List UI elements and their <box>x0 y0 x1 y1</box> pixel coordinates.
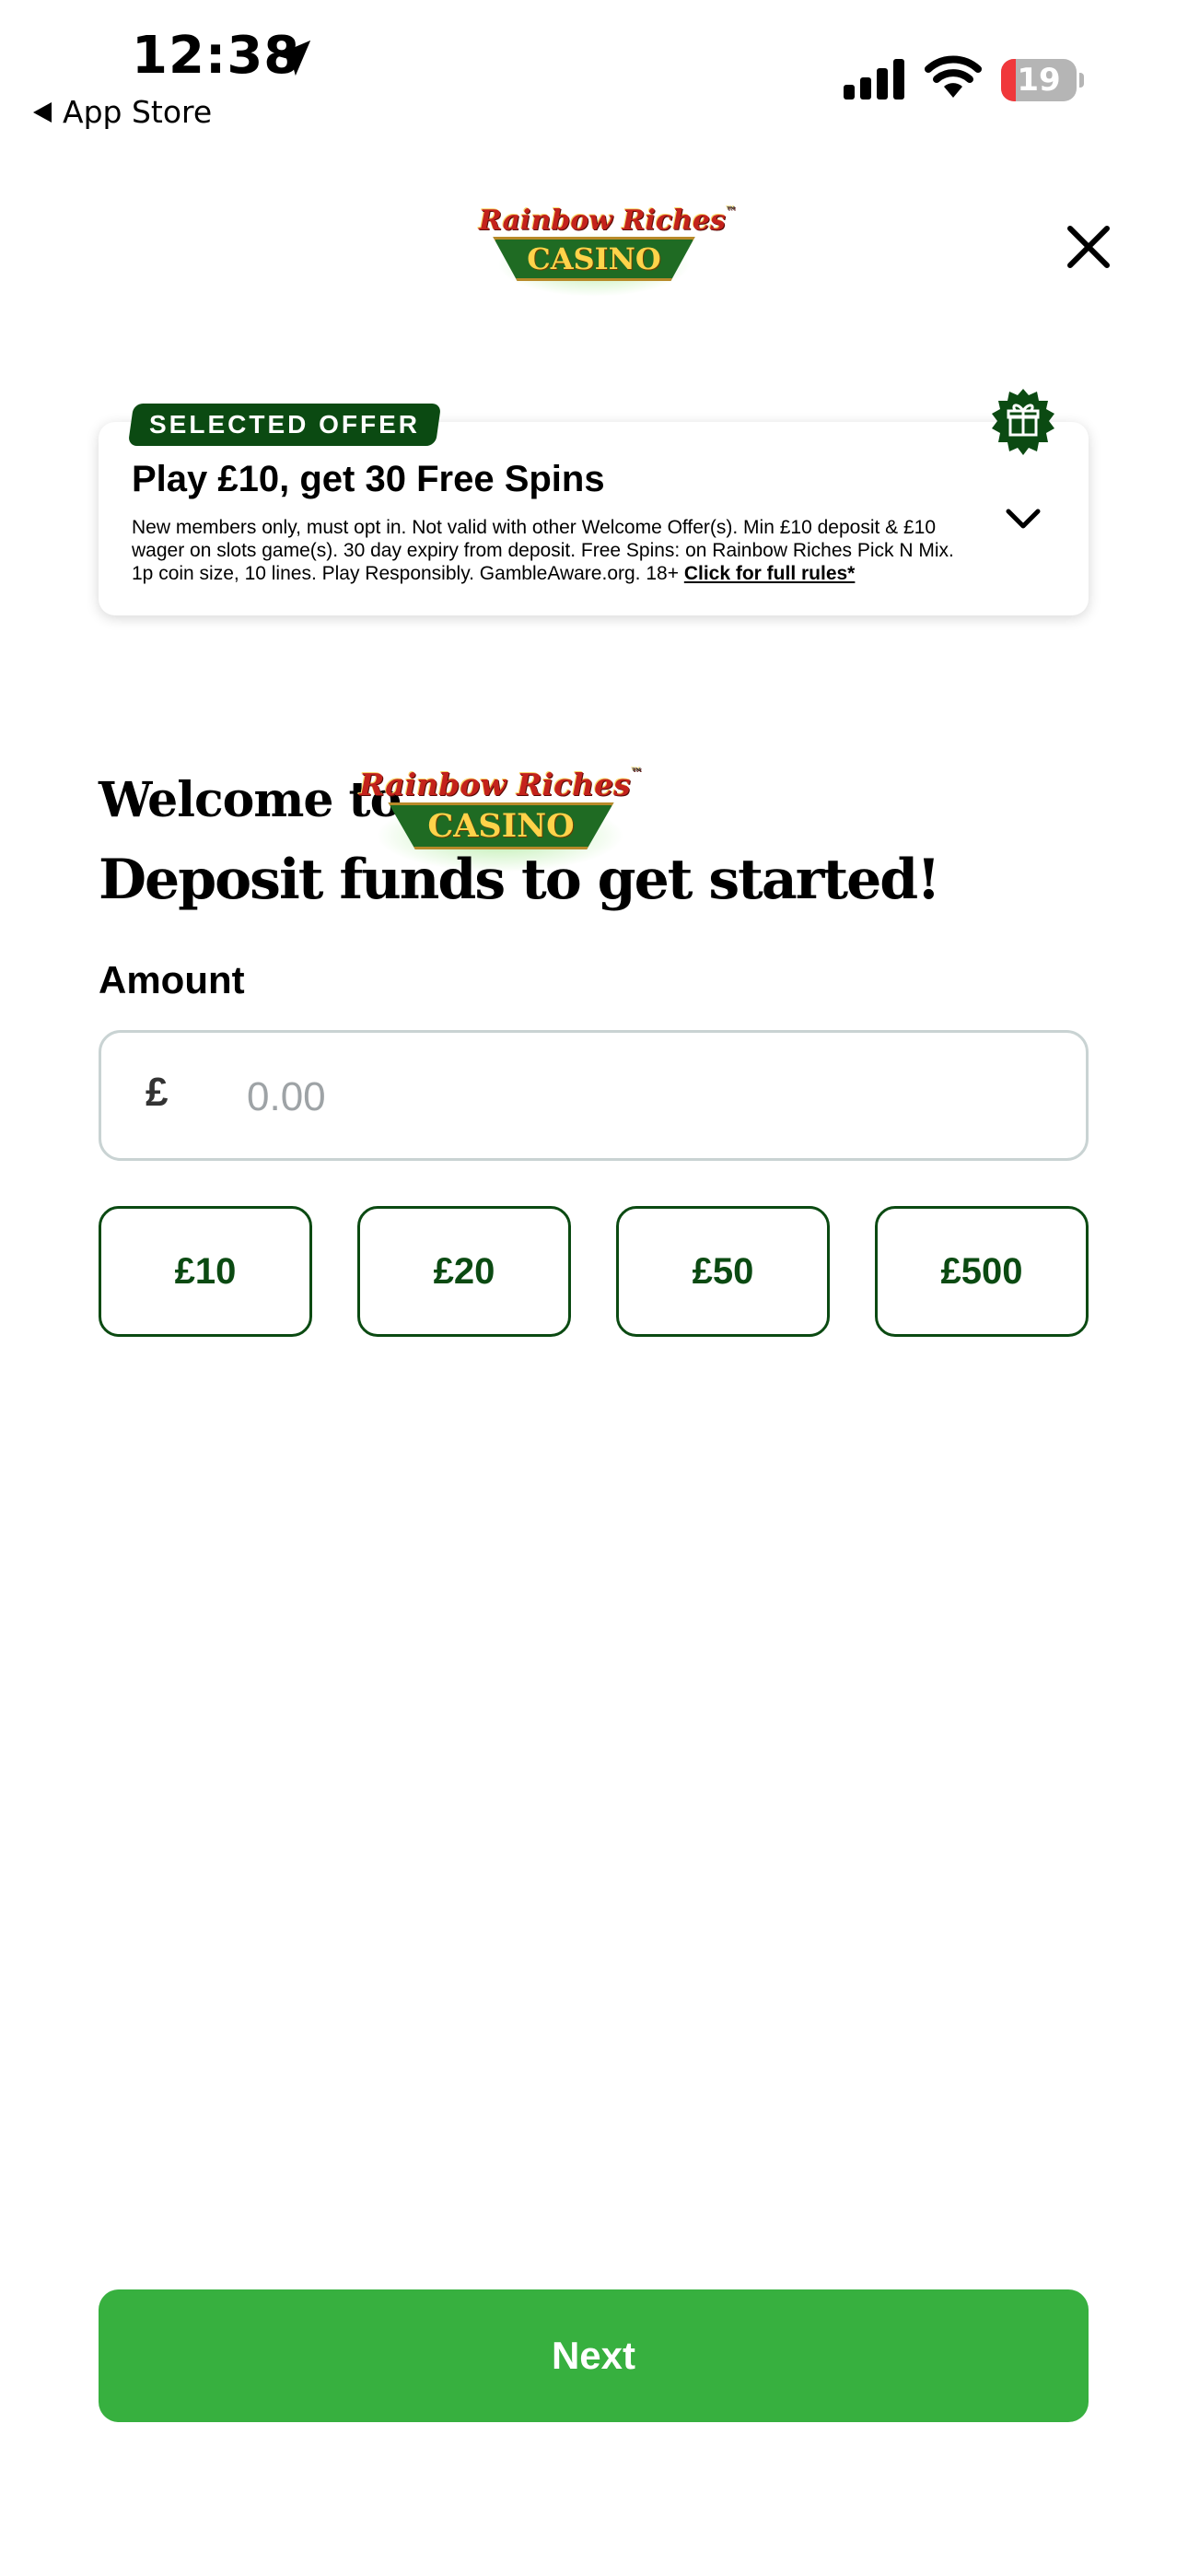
amount-input[interactable] <box>247 1060 1039 1134</box>
quick-amount-500-button[interactable]: £500 <box>875 1206 1089 1337</box>
status-bar: 12:38 App Store 19 <box>0 0 1188 184</box>
currency-symbol: £ <box>146 1070 169 1115</box>
quick-amount-50-button[interactable]: £50 <box>616 1206 830 1337</box>
battery-level: 19 <box>1017 62 1061 99</box>
battery-icon: 19 <box>1001 59 1084 101</box>
next-button[interactable]: Next <box>99 2289 1089 2422</box>
back-arrow-icon <box>33 101 52 123</box>
page-title: Deposit funds to get started! <box>99 848 941 912</box>
amount-field[interactable]: £ <box>99 1030 1089 1161</box>
logo-top-text: Rainbow Riches <box>479 205 726 237</box>
wifi-icon <box>925 55 982 98</box>
logo-tm: ™ <box>725 205 737 217</box>
gift-icon <box>992 389 1054 455</box>
welcome-casino-logo: Rainbow Riches™ CASINO <box>357 767 645 872</box>
welcome-prefix: Welcome to <box>99 772 402 828</box>
selected-offer-badge-text: SELECTED OFFER <box>149 410 421 439</box>
back-label: App Store <box>63 94 213 130</box>
welcome-logo-top-text: Rainbow Riches <box>359 767 631 802</box>
selected-offer-badge: SELECTED OFFER <box>127 404 442 446</box>
quick-amount-20-button[interactable]: £20 <box>357 1206 571 1337</box>
cellular-signal-icon <box>844 59 904 100</box>
welcome-logo-tm: ™ <box>630 767 643 780</box>
chevron-down-icon[interactable] <box>1004 505 1042 533</box>
quick-amount-10-button[interactable]: £10 <box>99 1206 312 1337</box>
offer-terms: New members only, must opt in. Not valid… <box>132 516 979 585</box>
back-to-app-store[interactable]: App Store <box>33 94 212 130</box>
logo-bottom-text: CASINO <box>493 237 695 281</box>
close-icon[interactable] <box>1061 219 1116 275</box>
location-arrow-icon <box>274 40 311 76</box>
casino-logo: Rainbow Riches™ CASINO <box>479 205 737 297</box>
offer-title: Play £10, get 30 Free Spins <box>132 459 605 499</box>
full-rules-link[interactable]: Click for full rules* <box>684 563 856 584</box>
welcome-logo-bottom-text: CASINO <box>388 802 614 849</box>
amount-label: Amount <box>99 958 245 1001</box>
